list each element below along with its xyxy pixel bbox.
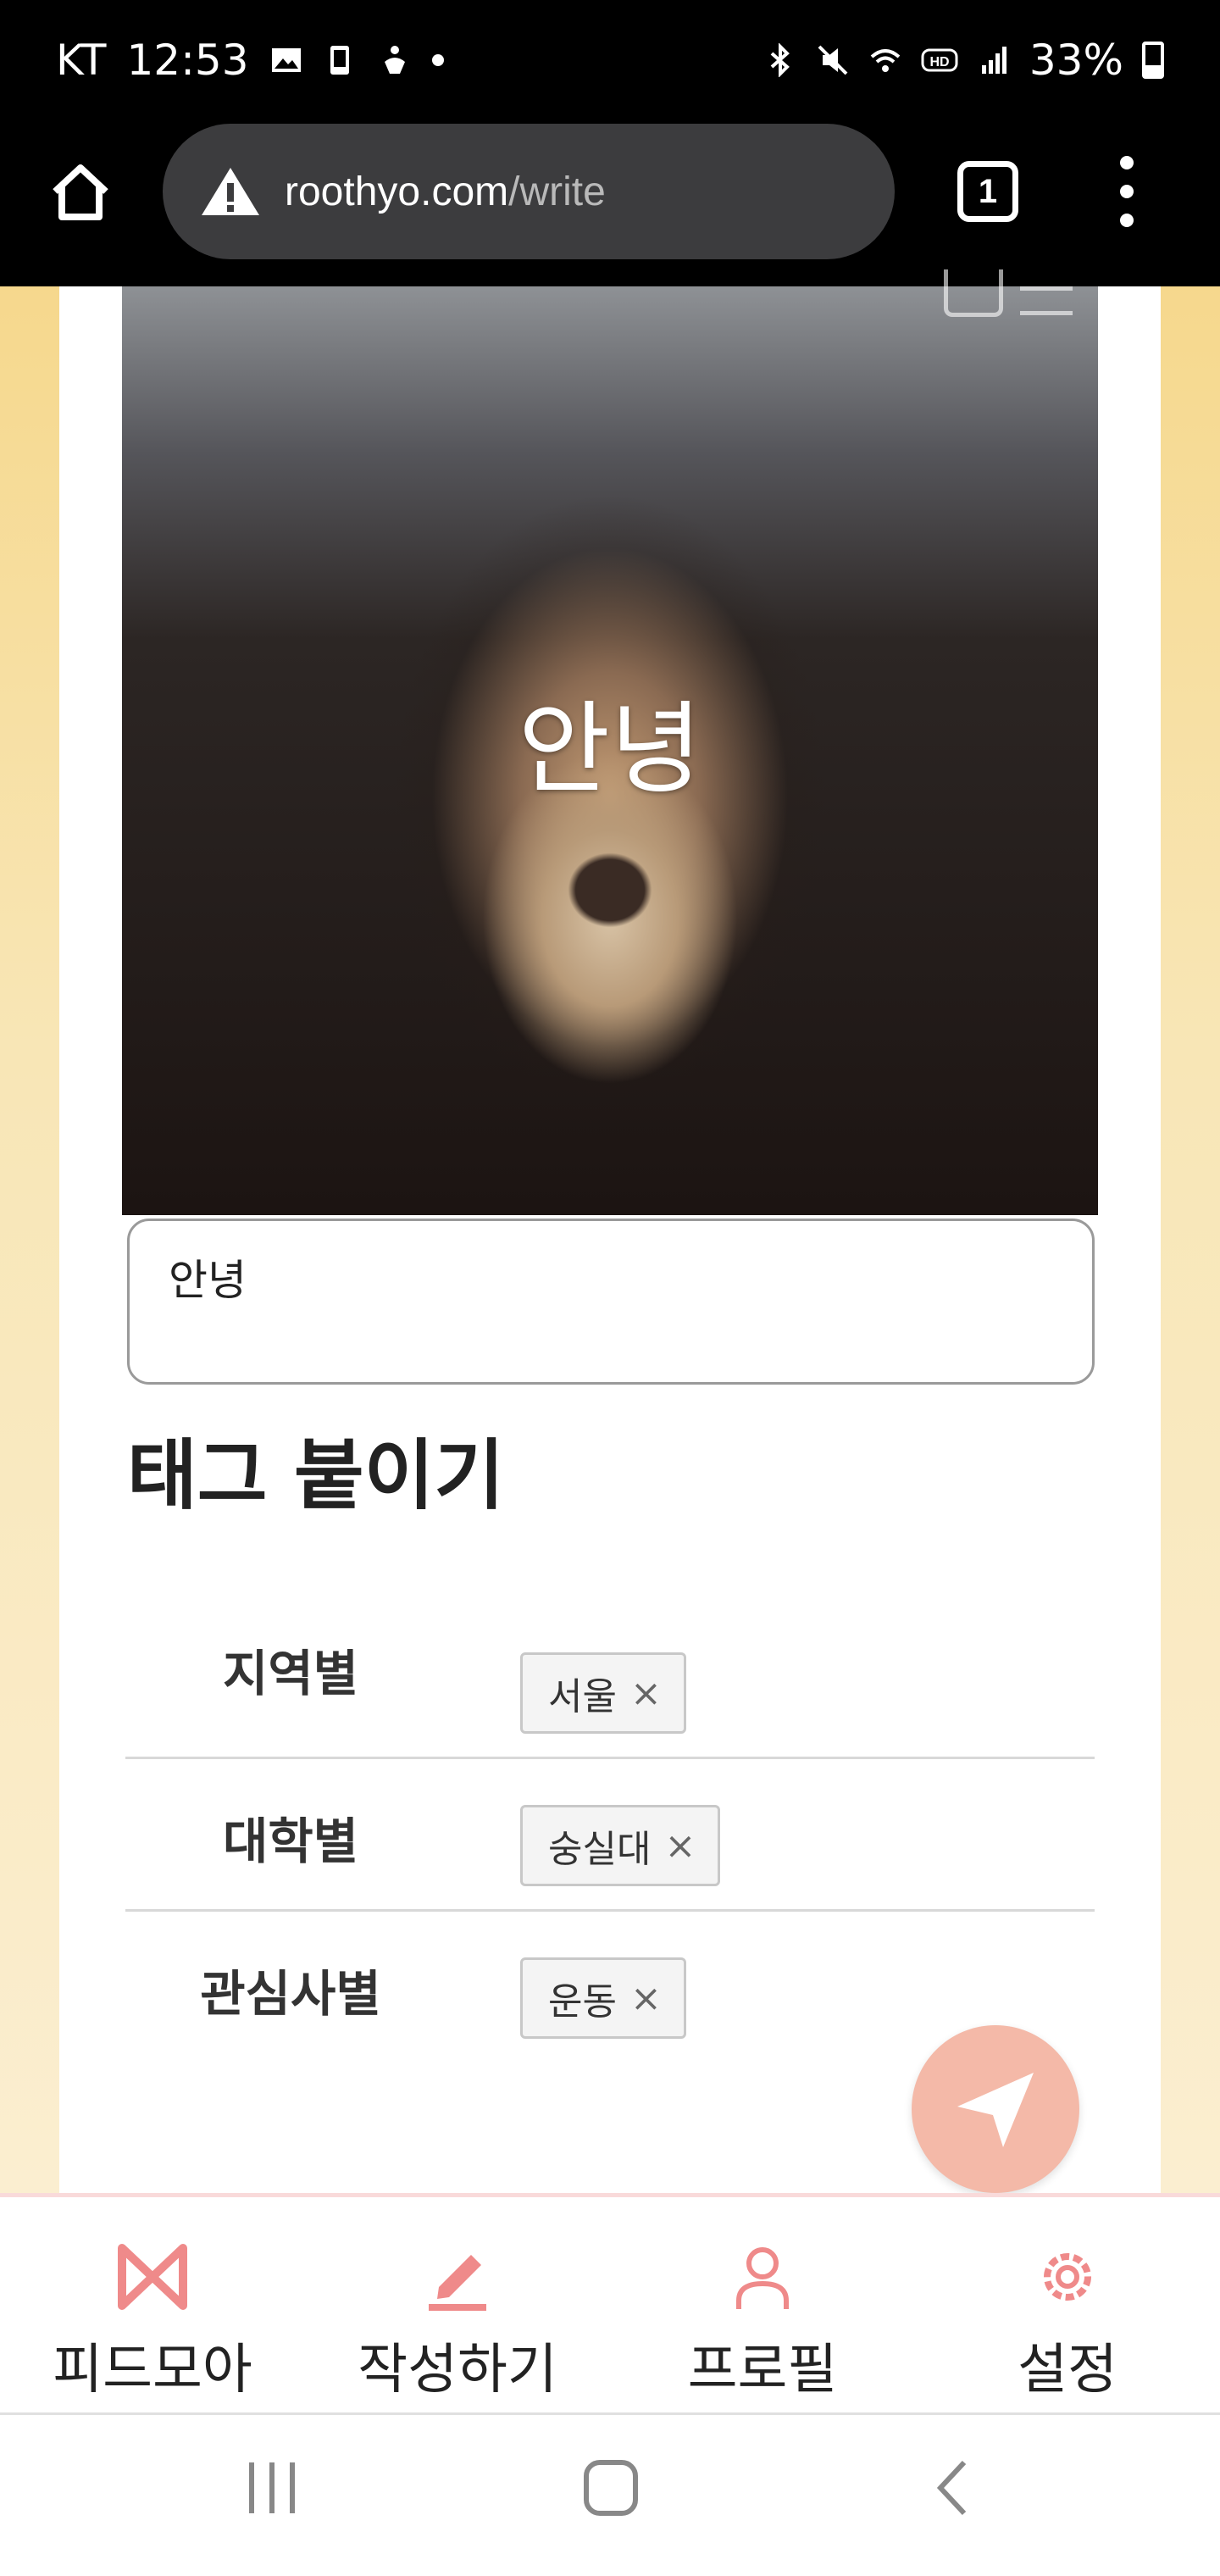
bottom-navigation: 피드모아 작성하기 프로필 설정 xyxy=(0,2193,1220,2415)
tag-chip-label: 숭실대 xyxy=(548,1828,652,1871)
nav-write[interactable]: 작성하기 xyxy=(339,2197,576,2419)
status-bar: KT 12:53 HD 33% xyxy=(0,0,1220,120)
clock: 12:53 xyxy=(126,36,249,85)
bluetooth-icon xyxy=(770,43,790,77)
tag-label-interest: 관심사별 xyxy=(200,1965,381,2023)
person-icon xyxy=(736,2247,789,2309)
bowtie-icon xyxy=(118,2244,187,2310)
caption-input[interactable]: 안녕 xyxy=(127,1219,1095,1385)
tag-label-university: 대학별 xyxy=(222,1813,359,1870)
tab-count: 1 xyxy=(978,172,998,210)
gallery-icon xyxy=(271,48,301,72)
tag-chip[interactable]: 운동 × xyxy=(520,1957,686,2039)
signal-icon xyxy=(981,47,1006,74)
tags-title: 태그 붙이기 xyxy=(127,1431,505,1520)
background-left xyxy=(0,286,59,2193)
tag-row-region: 지역별 서울 × xyxy=(125,1607,1095,1759)
tag-label-region: 지역별 xyxy=(222,1645,359,1702)
nav-label-profile: 프로필 xyxy=(687,2339,838,2401)
tag-chip-label: 서울 xyxy=(548,1675,617,1718)
accessibility-icon xyxy=(384,46,405,74)
mute-icon xyxy=(818,45,848,75)
svg-text:HD: HD xyxy=(929,55,949,69)
url-domain: roothyo.com xyxy=(285,169,509,214)
remove-tag-icon[interactable]: × xyxy=(630,1672,662,1715)
nav-label-feed: 피드모아 xyxy=(53,2339,252,2401)
camera-icon[interactable] xyxy=(944,269,1003,317)
battery-percent: 33% xyxy=(1029,36,1123,85)
pencil-icon xyxy=(429,2255,486,2311)
tag-chip[interactable]: 서울 × xyxy=(520,1652,686,1734)
nav-label-settings: 설정 xyxy=(1018,2339,1117,2401)
browser-toolbar: roothyo.com/write 1 xyxy=(0,120,1220,286)
hd-voice-icon: HD xyxy=(921,48,958,72)
tag-chip[interactable]: 숭실대 × xyxy=(520,1805,721,1886)
tag-row-university: 대학별 숭실대 × xyxy=(125,1759,1095,1912)
carrier: KT xyxy=(56,36,107,85)
nav-settings[interactable]: 설정 xyxy=(949,2197,1186,2419)
nav-profile[interactable]: 프로필 xyxy=(644,2197,881,2419)
system-home-icon[interactable] xyxy=(581,2457,640,2518)
back-icon[interactable] xyxy=(929,2457,976,2518)
menu-icon[interactable] xyxy=(1020,286,1073,320)
system-navigation xyxy=(0,2415,1220,2576)
send-icon xyxy=(957,2073,1034,2147)
screen-share-icon xyxy=(330,46,349,75)
warning-icon[interactable] xyxy=(200,164,261,219)
remove-tag-icon[interactable]: × xyxy=(664,1824,696,1868)
battery-icon xyxy=(1142,42,1164,79)
tag-chip-label: 운동 xyxy=(548,1980,617,2024)
tab-switcher-button[interactable]: 1 xyxy=(957,161,1018,222)
nav-label-write: 작성하기 xyxy=(358,2339,557,2401)
write-card: 안녕 안녕 태그 붙이기 지역별 서울 × 대학별 숭실대 × 관심사별 운동 … xyxy=(59,269,1161,2193)
remove-tag-icon[interactable]: × xyxy=(630,1977,662,2020)
more-options-icon[interactable] xyxy=(1110,156,1144,227)
photo-caption-overlay: 안녕 xyxy=(518,691,702,808)
send-button[interactable] xyxy=(912,2025,1079,2193)
url-path: /write xyxy=(508,169,606,214)
home-icon[interactable] xyxy=(47,158,114,225)
uploaded-photo[interactable]: 안녕 xyxy=(122,269,1098,1215)
address-bar[interactable]: roothyo.com/write xyxy=(163,124,895,259)
background-right xyxy=(1161,286,1220,2193)
recent-apps-icon[interactable] xyxy=(246,2457,300,2518)
nav-feed[interactable]: 피드모아 xyxy=(34,2197,271,2419)
gear-icon xyxy=(1044,2253,1091,2301)
notification-dot-icon xyxy=(431,54,444,66)
wifi-icon xyxy=(870,49,901,72)
url-text: roothyo.com/write xyxy=(285,169,606,215)
